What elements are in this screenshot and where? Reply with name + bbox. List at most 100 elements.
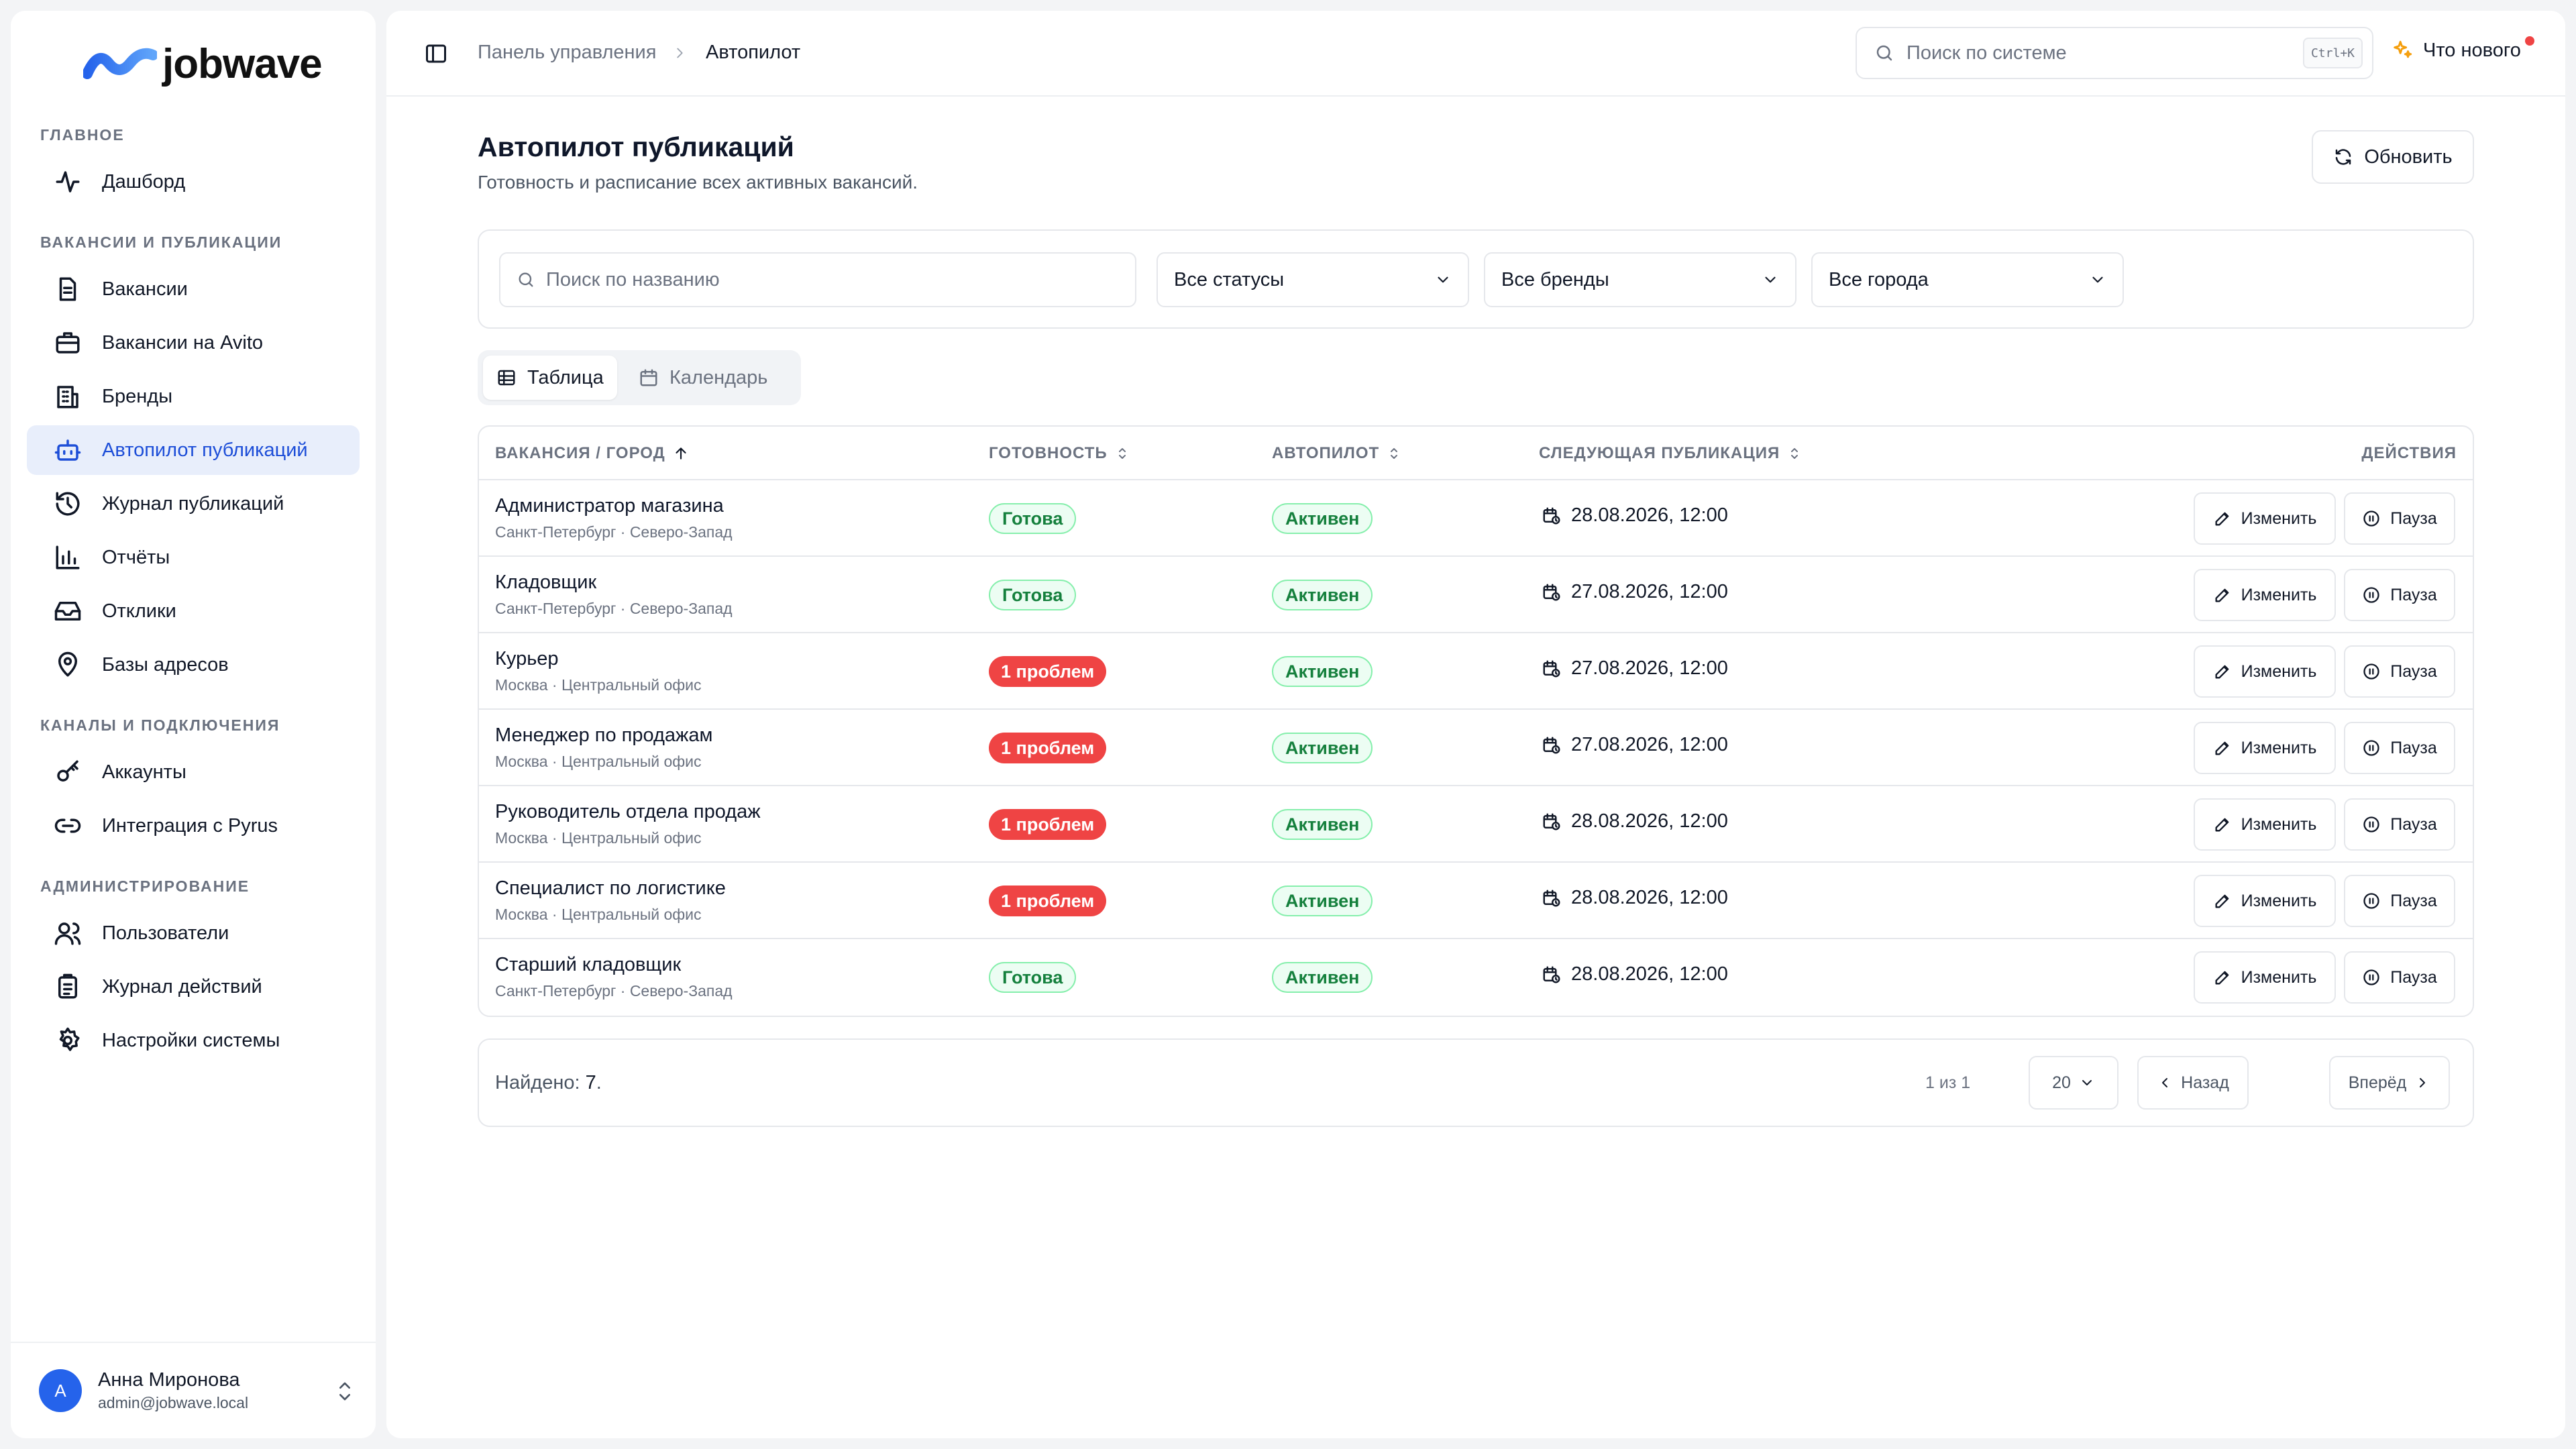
- next-publication: 28.08.2026, 12:00: [1542, 887, 1728, 909]
- sidebar-item-label: Интеграция с Pyrus: [102, 814, 278, 837]
- sidebar-item-publication-log[interactable]: Журнал публикаций: [27, 479, 360, 529]
- view-tabs: Таблица Календарь: [478, 350, 801, 405]
- status-filter-select[interactable]: Все статусы: [1157, 252, 1469, 307]
- pause-button[interactable]: Пауза: [2344, 492, 2455, 545]
- refresh-label: Обновить: [2364, 146, 2453, 168]
- user-menu[interactable]: А Анна Миронова admin@jobwave.local: [11, 1342, 376, 1438]
- sidebar-item-vacancies[interactable]: Вакансии: [27, 264, 360, 314]
- chevron-down-icon: [2092, 276, 2103, 283]
- pause-button[interactable]: Пауза: [2344, 798, 2455, 851]
- vacancy-title[interactable]: Специалист по логистике: [495, 877, 726, 900]
- history-icon: [56, 492, 80, 516]
- vacancy-title[interactable]: Руководитель отдела продаж: [495, 801, 761, 823]
- brand-logo[interactable]: jobwave: [83, 40, 323, 88]
- shortcut-hint: Ctrl+K: [2302, 38, 2363, 68]
- readiness-badge: Готова: [989, 962, 1077, 993]
- next-publication-date: 27.08.2026, 12:00: [1571, 657, 1728, 679]
- column-header-autopilot[interactable]: АВТОПИЛОТ: [1272, 444, 1402, 463]
- sidebar-item-label: Аккаунты: [102, 761, 186, 783]
- sidebar-item-avito[interactable]: Вакансии на Avito: [27, 318, 360, 368]
- column-header-vacancy[interactable]: ВАКАНСИЯ / ГОРОД: [495, 444, 690, 463]
- activity-icon: [56, 171, 80, 193]
- vacancy-location: Санкт-Петербург · Северо-Запад: [495, 600, 733, 617]
- edit-button[interactable]: Изменить: [2194, 722, 2336, 774]
- autopilot-status-badge: Активен: [1272, 962, 1373, 993]
- refresh-button[interactable]: Обновить: [2312, 130, 2474, 184]
- table-row[interactable]: Администратор магазина Санкт-Петербург · …: [479, 480, 2473, 557]
- chevrons-up-down-icon: [339, 1382, 350, 1401]
- table-row[interactable]: Менеджер по продажам Москва · Центральный…: [479, 710, 2473, 786]
- next-publication: 28.08.2026, 12:00: [1542, 963, 1728, 985]
- edit-button[interactable]: Изменить: [2194, 569, 2336, 621]
- pause-button[interactable]: Пауза: [2344, 645, 2455, 698]
- whats-new-button[interactable]: Что нового: [2391, 39, 2521, 62]
- table-footer: Найдено: 7. 20 Назад 1 из 1 Вперёд: [478, 1038, 2474, 1127]
- next-page-button[interactable]: Вперёд: [2329, 1056, 2450, 1110]
- vacancy-title[interactable]: Администратор магазина: [495, 495, 724, 517]
- edit-button[interactable]: Изменить: [2194, 492, 2336, 545]
- tab-table[interactable]: Таблица: [483, 356, 617, 400]
- pencil-icon: [2215, 818, 2229, 832]
- arrow-up-icon: [676, 447, 686, 460]
- main-panel: Панель управления Автопилот Поиск по сис…: [386, 11, 2565, 1438]
- sidebar-item-settings[interactable]: Настройки системы: [27, 1016, 360, 1065]
- pause-button[interactable]: Пауза: [2344, 569, 2455, 621]
- sidebar-item-accounts[interactable]: Аккаунты: [27, 747, 360, 797]
- global-search-input[interactable]: Поиск по системе Ctrl+K: [1856, 27, 2373, 79]
- calendar-clock-icon: [1543, 813, 1560, 830]
- pause-circle-icon: [2363, 740, 2379, 756]
- page-subtitle: Готовность и расписание всех активных ва…: [478, 172, 918, 193]
- edit-button[interactable]: Изменить: [2194, 798, 2336, 851]
- city-filter-select[interactable]: Все города: [1811, 252, 2124, 307]
- vacancy-title[interactable]: Менеджер по продажам: [495, 724, 712, 747]
- pause-button[interactable]: Пауза: [2344, 951, 2455, 1004]
- pause-button[interactable]: Пауза: [2344, 875, 2455, 927]
- sidebar-item-label: Базы адресов: [102, 653, 229, 676]
- table-row[interactable]: Руководитель отдела продаж Москва · Центр…: [479, 786, 2473, 863]
- vacancy-title[interactable]: Старший кладовщик: [495, 954, 681, 976]
- sidebar-item-users[interactable]: Пользователи: [27, 908, 360, 958]
- table-row[interactable]: Старший кладовщик Санкт-Петербург · Север…: [479, 939, 2473, 1016]
- vacancy-location: Москва · Центральный офис: [495, 676, 702, 694]
- vacancy-title[interactable]: Кладовщик: [495, 572, 596, 594]
- table-row[interactable]: Кладовщик Санкт-Петербург · Северо-Запад Г…: [479, 557, 2473, 633]
- vacancy-title[interactable]: Курьер: [495, 648, 559, 670]
- table-row[interactable]: Специалист по логистике Москва · Централь…: [479, 863, 2473, 939]
- sidebar-item-reports[interactable]: Отчёты: [27, 533, 360, 582]
- vacancy-search-placeholder: Поиск по названию: [546, 268, 720, 290]
- chevron-down-icon: [1438, 276, 1448, 283]
- sidebar-item-responses[interactable]: Отклики: [27, 586, 360, 636]
- sidebar-item-addresses[interactable]: Базы адресов: [27, 640, 360, 690]
- column-header-actions: ДЕЙСТВИЯ: [2361, 444, 2457, 462]
- key-icon: [57, 760, 78, 782]
- table-row[interactable]: Курьер Москва · Центральный офис 1 проблем…: [479, 633, 2473, 710]
- prev-page-button[interactable]: Назад: [2137, 1056, 2249, 1110]
- sidebar-item-dashboard[interactable]: Дашборд: [27, 157, 360, 207]
- chevron-right-icon: [2420, 1078, 2426, 1087]
- edit-button[interactable]: Изменить: [2194, 951, 2336, 1004]
- brand-filter-select[interactable]: Все бренды: [1484, 252, 1796, 307]
- autopilot-status-badge: Активен: [1272, 656, 1373, 687]
- building-icon: [57, 386, 78, 409]
- breadcrumb-dashboard[interactable]: Панель управления: [478, 42, 656, 64]
- vacancy-search-input[interactable]: Поиск по названию: [499, 252, 1136, 307]
- column-header-next-publication[interactable]: СЛЕДУЮЩАЯ ПУБЛИКАЦИЯ: [1539, 444, 1803, 463]
- chevron-right-icon: [677, 48, 683, 58]
- sidebar-item-autopilot[interactable]: Автопилот публикаций: [27, 425, 360, 475]
- avatar: А: [39, 1369, 82, 1412]
- readiness-badge: 1 проблем: [989, 733, 1107, 763]
- next-publication: 28.08.2026, 12:00: [1542, 504, 1728, 527]
- sidebar-item-brands[interactable]: Бренды: [27, 372, 360, 421]
- sidebar-item-pyrus[interactable]: Интеграция с Pyrus: [27, 801, 360, 851]
- readiness-badge: Готова: [989, 503, 1077, 534]
- edit-button[interactable]: Изменить: [2194, 875, 2336, 927]
- edit-button[interactable]: Изменить: [2194, 645, 2336, 698]
- readiness-badge: 1 проблем: [989, 656, 1107, 687]
- sidebar-item-action-log[interactable]: Журнал действий: [27, 962, 360, 1012]
- page-size-select[interactable]: 20: [2029, 1056, 2118, 1110]
- tab-calendar[interactable]: Календарь: [625, 356, 781, 400]
- pause-button[interactable]: Пауза: [2344, 722, 2455, 774]
- sidebar-toggle-icon[interactable]: [424, 42, 448, 66]
- column-header-readiness[interactable]: ГОТОВНОСТЬ: [989, 444, 1130, 463]
- autopilot-status-badge: Активен: [1272, 733, 1373, 763]
